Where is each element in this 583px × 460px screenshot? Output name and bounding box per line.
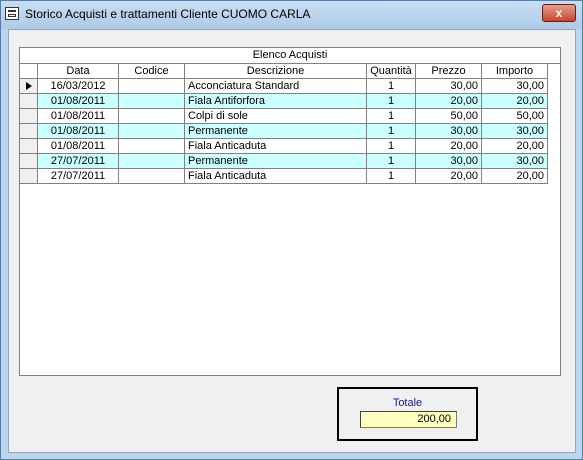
table-row[interactable]: 27/07/2011 Permanente 1 30,00 30,00 [20,154,548,169]
cell-prezzo[interactable]: 30,00 [416,154,482,169]
column-header-quantita[interactable]: Quantità [367,64,416,79]
column-header-data[interactable]: Data [38,64,119,79]
cell-data[interactable]: 27/07/2011 [38,154,119,169]
cell-quantita[interactable]: 1 [367,169,416,184]
cell-prezzo[interactable]: 30,00 [416,124,482,139]
row-indicator [20,109,38,124]
cell-quantita[interactable]: 1 [367,94,416,109]
total-label: Totale [392,397,423,409]
row-indicator [20,79,38,94]
table-row[interactable]: 16/03/2012 Acconciatura Standard 1 30,00… [20,79,548,94]
cell-prezzo[interactable]: 20,00 [416,94,482,109]
cell-importo[interactable]: 30,00 [482,154,548,169]
cell-codice[interactable] [119,169,185,184]
cell-data[interactable]: 01/08/2011 [38,109,119,124]
cell-descrizione[interactable]: Fiala Anticaduta [185,139,367,154]
row-indicator [20,154,38,169]
column-header-codice[interactable]: Codice [119,64,185,79]
cell-prezzo[interactable]: 30,00 [416,79,482,94]
row-indicator [20,94,38,109]
cell-importo[interactable]: 50,00 [482,109,548,124]
cell-descrizione[interactable]: Fiala Anticaduta [185,169,367,184]
cell-codice[interactable] [119,94,185,109]
cell-quantita[interactable]: 1 [367,79,416,94]
cell-codice[interactable] [119,154,185,169]
app-icon[interactable] [5,7,19,20]
cell-importo[interactable]: 20,00 [482,169,548,184]
cell-prezzo[interactable]: 20,00 [416,139,482,154]
total-panel: Totale 200,00 [337,387,478,441]
cell-codice[interactable] [119,79,185,94]
cell-codice[interactable] [119,139,185,154]
column-header-importo[interactable]: Importo [482,64,548,79]
cell-data[interactable]: 01/08/2011 [38,94,119,109]
title-bar[interactable]: Storico Acquisti e trattamenti Cliente C… [1,1,582,29]
table-row[interactable]: 01/08/2011 Fiala Anticaduta 1 20,00 20,0… [20,139,548,154]
cell-quantita[interactable]: 1 [367,124,416,139]
app-window: Storico Acquisti e trattamenti Cliente C… [0,0,583,460]
table-row[interactable]: 01/08/2011 Fiala Antiforfora 1 20,00 20,… [20,94,548,109]
row-indicator [20,139,38,154]
client-area: Elenco Acquisti Data Codice Descrizione … [8,29,576,453]
cell-descrizione[interactable]: Fiala Antiforfora [185,94,367,109]
cell-data[interactable]: 01/08/2011 [38,139,119,154]
current-row-arrow-icon [26,82,32,90]
cell-descrizione[interactable]: Acconciatura Standard [185,79,367,94]
row-indicator [20,169,38,184]
cell-quantita[interactable]: 1 [367,139,416,154]
table-row[interactable]: 01/08/2011 Colpi di sole 1 50,00 50,00 [20,109,548,124]
cell-prezzo[interactable]: 50,00 [416,109,482,124]
cell-prezzo[interactable]: 20,00 [416,169,482,184]
cell-data[interactable]: 01/08/2011 [38,124,119,139]
cell-importo[interactable]: 20,00 [482,94,548,109]
cell-data[interactable]: 16/03/2012 [38,79,119,94]
cell-importo[interactable]: 30,00 [482,79,548,94]
column-header-indicator [20,64,38,79]
cell-quantita[interactable]: 1 [367,109,416,124]
window-title: Storico Acquisti e trattamenti Cliente C… [25,7,311,21]
cell-descrizione[interactable]: Colpi di sole [185,109,367,124]
close-button[interactable]: x [542,4,576,22]
window-right-border [576,29,581,453]
grid-caption: Elenco Acquisti [20,48,560,64]
purchases-grid[interactable]: Elenco Acquisti Data Codice Descrizione … [19,47,561,376]
cell-importo[interactable]: 30,00 [482,124,548,139]
cell-codice[interactable] [119,109,185,124]
column-header-prezzo[interactable]: Prezzo [416,64,482,79]
cell-quantita[interactable]: 1 [367,154,416,169]
cell-codice[interactable] [119,124,185,139]
total-value-field[interactable]: 200,00 [360,411,457,428]
table-row[interactable]: 27/07/2011 Fiala Anticaduta 1 20,00 20,0… [20,169,548,184]
cell-descrizione[interactable]: Permanente [185,154,367,169]
table-row[interactable]: 01/08/2011 Permanente 1 30,00 30,00 [20,124,548,139]
cell-descrizione[interactable]: Permanente [185,124,367,139]
cell-data[interactable]: 27/07/2011 [38,169,119,184]
row-indicator [20,124,38,139]
cell-importo[interactable]: 20,00 [482,139,548,154]
column-header-descrizione[interactable]: Descrizione [185,64,367,79]
